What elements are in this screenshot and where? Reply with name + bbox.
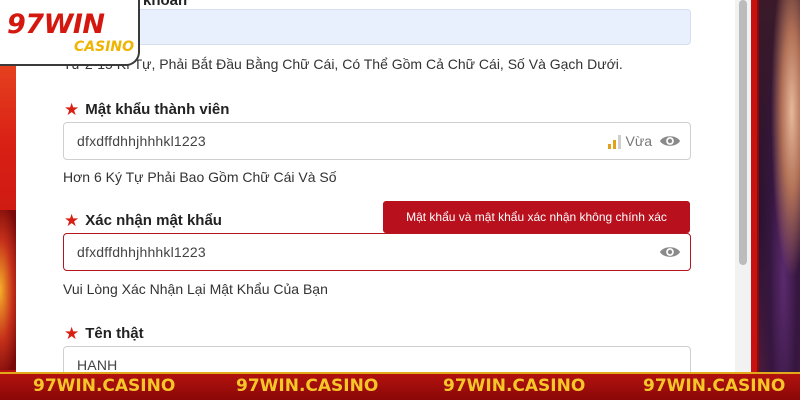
logo-main-text: 97WIN xyxy=(7,9,105,40)
logo-sub-text: CASINO xyxy=(74,39,135,55)
footer-brand-text: 97WIN.CASINO xyxy=(33,376,176,396)
required-star-icon: ★ xyxy=(64,211,80,230)
username-label: khoản xyxy=(143,0,188,9)
scrollbar[interactable] xyxy=(735,0,751,372)
password-strength-label: Vừa xyxy=(625,133,653,149)
required-star-icon: ★ xyxy=(64,100,80,119)
footer-brand-text: 97WIN.CASINO xyxy=(236,376,379,396)
confirm-password-hint: Vui Lòng Xác Nhận Lại Mật Khẩu Của Bạn xyxy=(63,281,328,297)
error-tooltip: Mật khẩu và mật khẩu xác nhận không chín… xyxy=(383,201,690,233)
footer-brand-text: 97WIN.CASINO xyxy=(443,376,586,396)
signal-bars-icon xyxy=(607,135,621,149)
username-input[interactable] xyxy=(63,9,691,45)
eye-icon[interactable] xyxy=(659,132,681,150)
password-value: dfxdffdhhjhhhkl1223 xyxy=(77,133,206,149)
confirm-password-label: Xác nhận mật khẩu xyxy=(85,212,222,229)
password-strength: Vừa xyxy=(607,133,653,149)
confirm-password-input[interactable]: dfxdffdhhjhhhkl1223 xyxy=(63,233,691,271)
password-hint: Hơn 6 Ký Tự Phải Bao Gồm Chữ Cái Và Số xyxy=(63,169,337,185)
password-input[interactable]: dfxdffdhhjhhhkl1223 Vừa xyxy=(63,122,691,160)
right-side-banner xyxy=(751,0,800,372)
eye-icon[interactable] xyxy=(659,243,681,261)
password-label-row: ★ Mật khẩu thành viên xyxy=(64,101,229,118)
required-star-icon: ★ xyxy=(64,324,80,343)
right-side-artwork xyxy=(757,0,800,372)
real-name-label-row: ★ Tên thật xyxy=(64,325,144,342)
footer-brand-text: 97WIN.CASINO xyxy=(643,376,786,396)
footer-banner: 97WIN.CASINO 97WIN.CASINO 97WIN.CASINO 9… xyxy=(0,372,800,400)
logo: 97WIN CASINO xyxy=(0,0,140,66)
real-name-label: Tên thật xyxy=(85,325,144,342)
real-name-value: HANH xyxy=(77,357,118,373)
confirm-password-label-row: ★ Xác nhận mật khẩu xyxy=(64,212,222,229)
confirm-password-value: dfxdffdhhjhhhkl1223 xyxy=(77,244,206,260)
username-hint: Từ 2-15 Kí Tự, Phải Bắt Đầu Bằng Chữ Cái… xyxy=(63,56,623,72)
password-label: Mật khẩu thành viên xyxy=(85,101,230,118)
scrollbar-thumb[interactable] xyxy=(739,0,747,265)
